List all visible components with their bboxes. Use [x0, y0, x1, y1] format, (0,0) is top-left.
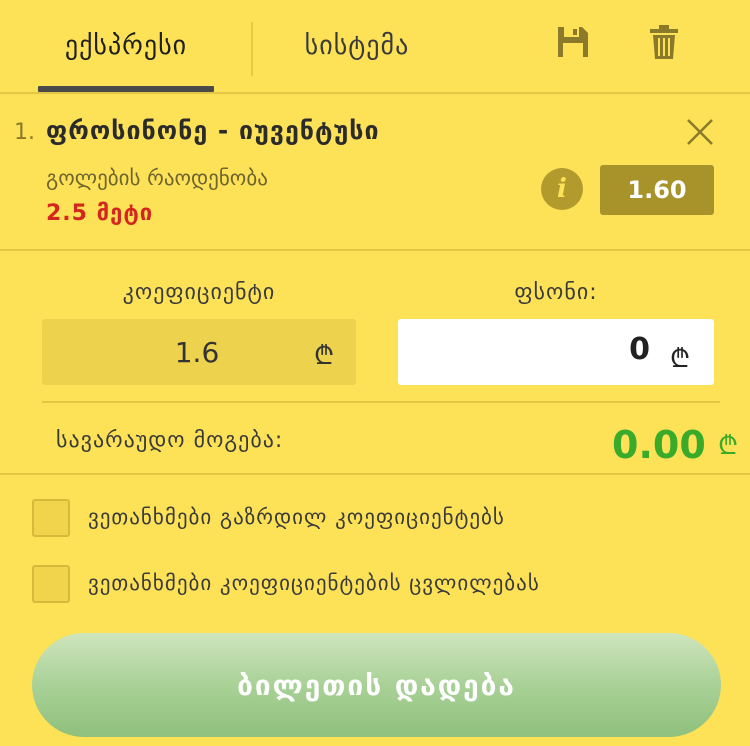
- bet-event-title: ფროსინონე - იუვენტუსი: [46, 116, 380, 145]
- bet-market: გოლების რაოდენობა: [46, 166, 268, 190]
- header-divider: [0, 92, 750, 94]
- tab-express-label: ექსპრესი: [64, 31, 188, 61]
- stake-label: ფსონი:: [514, 280, 598, 305]
- bet-selection: 2.5 მეტი: [46, 201, 154, 226]
- info-glyph: i: [557, 174, 567, 204]
- coefficient-label: კოეფიციენტი: [122, 280, 276, 305]
- lari-currency-icon: ₾: [718, 431, 739, 461]
- accept-odds-changes-checkbox[interactable]: [32, 565, 70, 603]
- accept-increased-odds-checkbox[interactable]: [32, 499, 70, 537]
- stake-input[interactable]: 0 ₾: [398, 319, 714, 385]
- floppy-disk-icon[interactable]: [553, 20, 593, 64]
- tab-system[interactable]: სისტემა: [272, 0, 442, 92]
- accept-increased-odds-label: ვეთანხმები გაზრდილ კოეფიციენტებს: [88, 505, 505, 529]
- tab-divider: [251, 22, 253, 76]
- possible-win-value: 0.00: [612, 423, 706, 467]
- bet-divider: [0, 249, 750, 251]
- close-icon[interactable]: [682, 114, 718, 150]
- coefficient-value: 1.6: [174, 335, 220, 369]
- stake-value: 0: [629, 332, 650, 367]
- accept-odds-changes-label: ვეთანხმები კოეფიციენტების ცვლილებას: [88, 571, 540, 595]
- info-icon[interactable]: i: [541, 168, 583, 210]
- possible-win-label: სავარაუდო მოგება:: [56, 428, 284, 453]
- place-bet-button[interactable]: ბილეთის დადება: [32, 633, 721, 737]
- stake-divider: [42, 401, 720, 403]
- trash-icon[interactable]: [644, 20, 684, 64]
- bet-odds-badge: 1.60: [600, 165, 714, 215]
- tab-express[interactable]: ექსპრესი: [38, 0, 214, 92]
- tab-system-label: სისტემა: [304, 31, 410, 61]
- win-divider: [0, 473, 750, 475]
- lari-currency-icon: ₾: [313, 341, 334, 371]
- lari-currency-icon: ₾: [669, 344, 690, 374]
- coefficient-field: 1.6 ₾: [42, 319, 356, 385]
- bet-index: 1.: [14, 120, 35, 145]
